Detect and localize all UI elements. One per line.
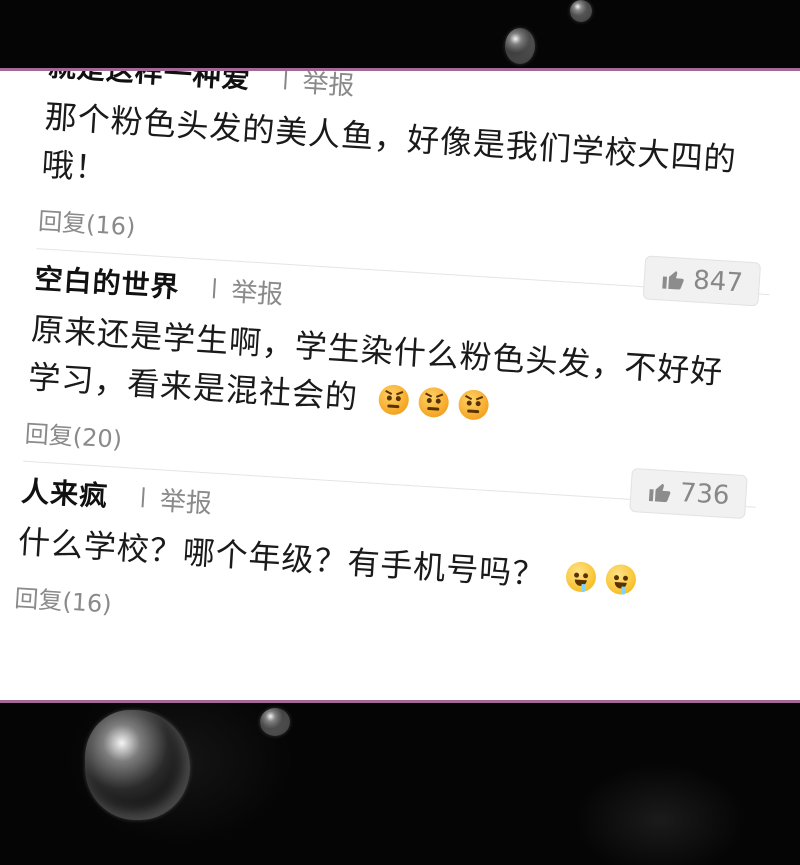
water-drop <box>260 708 290 736</box>
report-button[interactable]: 举报 <box>230 271 284 311</box>
water-drop <box>505 28 535 64</box>
report-button[interactable]: 举报 <box>301 71 356 102</box>
reply-button[interactable]: 回复(20) <box>24 413 123 454</box>
commenter-name[interactable]: 空白的世界 <box>34 257 181 306</box>
separator <box>141 487 145 508</box>
comment-list: 就是这样一种爱 举报 那个粉色头发的美人鱼，好像是我们学校大四的哦！ 回复(16… <box>0 71 800 669</box>
report-button[interactable]: 举报 <box>159 480 213 520</box>
commenter-name[interactable]: 人来疯 <box>20 470 109 515</box>
reply-button[interactable]: 回复(16) <box>37 201 136 242</box>
water-drop <box>570 0 592 22</box>
water-drop <box>85 710 190 820</box>
angry-emoji <box>417 386 450 419</box>
separator <box>212 278 217 299</box>
drooling-emoji <box>605 563 638 596</box>
angry-emoji <box>457 388 490 421</box>
angry-emoji <box>378 383 410 416</box>
drooling-emoji <box>565 561 598 593</box>
reply-button[interactable]: 回复(16) <box>14 578 113 619</box>
separator <box>284 71 288 90</box>
commenter-name[interactable]: 就是这样一种爱 <box>47 71 252 97</box>
comments-panel: 就是这样一种爱 举报 那个粉色头发的美人鱼，好像是我们学校大四的哦！ 回复(16… <box>0 68 800 703</box>
